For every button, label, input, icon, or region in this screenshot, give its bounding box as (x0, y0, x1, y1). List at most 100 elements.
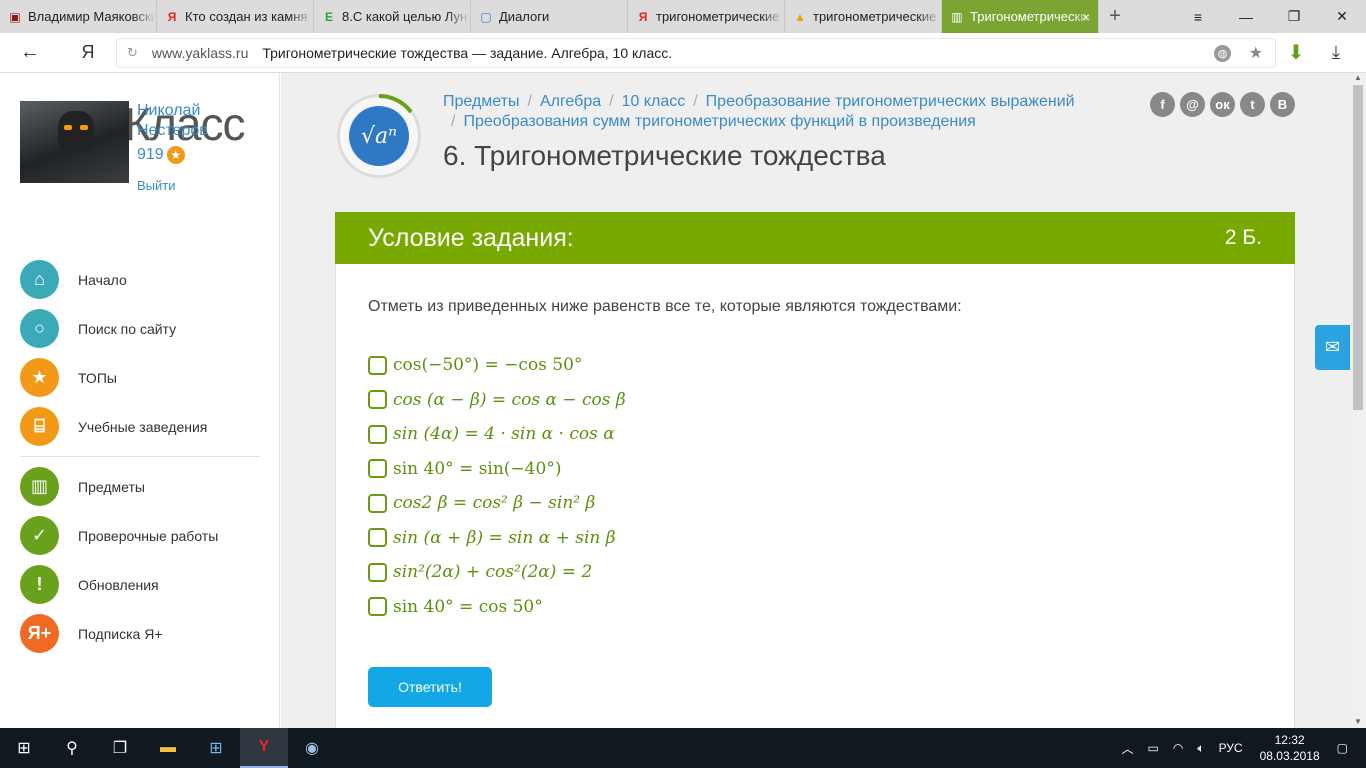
vk-icon[interactable]: B (1270, 92, 1295, 117)
page-title: 6. Тригонометрические тождества (443, 140, 886, 171)
clock[interactable]: 12:32 08.03.2018 (1260, 732, 1320, 764)
yandex-browser-icon[interactable]: Y (240, 728, 288, 768)
file-explorer-icon[interactable]: ▬ (144, 728, 192, 768)
url-field[interactable]: ↻ www.yaklass.ru Тригонометрические тожд… (116, 37, 1276, 68)
battery-icon[interactable]: ▭ (1148, 741, 1159, 755)
tab-title: тригонометрические (813, 9, 937, 24)
browser-tab[interactable]: E 8.С какой целью Лун (314, 0, 471, 33)
sidebar-item[interactable]: ✓ Проверочные работы (20, 511, 260, 560)
score-value: 919 (137, 146, 164, 163)
task-view-icon[interactable]: ❐ (96, 728, 144, 768)
user-score[interactable]: 919 ★ (137, 146, 185, 164)
wifi-icon[interactable]: ◠ (1173, 741, 1183, 755)
yandex-icon: Я (167, 9, 177, 24)
answer-option[interactable]: sin (α + β) = sin α + sin β (368, 521, 626, 556)
back-button[interactable]: ← (0, 41, 60, 64)
twitter-icon[interactable]: t (1240, 92, 1265, 117)
tab-title: Владимир Маяковский (28, 9, 156, 24)
answer-checkbox[interactable] (368, 390, 387, 410)
browser-tab[interactable]: ▣ Владимир Маяковский (0, 0, 157, 33)
sidebar-item-label: Поиск по сайту (78, 320, 177, 337)
close-tab-icon[interactable]: × (1082, 9, 1090, 25)
answer-checkbox[interactable] (368, 424, 387, 444)
sidebar-menu: ⌂ Начало ○ Поиск по сайту ★ ТОПы ⌸ Учебные заве… (20, 255, 260, 658)
restore-icon[interactable]: ❐ (1270, 0, 1318, 33)
book-icon: ▥ (20, 467, 59, 506)
volume-icon[interactable]: 🔈︎ (1197, 741, 1204, 756)
logout-link[interactable]: Выйти (137, 178, 176, 193)
answer-checkbox[interactable] (368, 493, 387, 513)
chat-icon: ▢ (480, 9, 492, 24)
scroll-up-icon[interactable]: ▲ (1354, 73, 1362, 82)
user-last-name[interactable]: Нестеров (137, 121, 208, 141)
language-indicator[interactable]: РУС (1219, 741, 1243, 755)
mail-icon[interactable]: @ (1180, 92, 1205, 117)
breadcrumb-link[interactable]: Алгебра (540, 93, 601, 110)
reload-icon[interactable]: ↻ (127, 45, 138, 61)
answer-option[interactable]: sin 40° = sin(−40°) (368, 452, 626, 487)
browser-tab[interactable]: Я Кто создан из камня (157, 0, 314, 33)
breadcrumb-link[interactable]: Преобразования сумм тригонометрических ф… (463, 113, 975, 130)
answer-checkbox[interactable] (368, 562, 387, 582)
download-manager-icon[interactable]: ⬇ (1276, 40, 1316, 65)
feedback-mail-button[interactable]: ✉ (1315, 325, 1350, 370)
scroll-down-icon[interactable]: ▼ (1354, 717, 1362, 726)
tray-chevron-icon[interactable]: ︿ (1122, 740, 1134, 757)
avatar[interactable] (20, 101, 129, 183)
browser-tab[interactable]: Ятригонометрические (628, 0, 785, 33)
answer-checkbox[interactable] (368, 597, 387, 617)
sidebar-item[interactable]: ○ Поиск по сайту (20, 304, 260, 353)
steam-icon[interactable]: ◉ (288, 728, 336, 768)
sidebar-item-label: Обновления (78, 576, 159, 593)
new-tab-button[interactable]: + (1099, 0, 1131, 33)
globe-icon[interactable]: ◍ (1214, 44, 1231, 62)
answer-option[interactable]: sin²(2α) + cos²(2α) = 2 (368, 555, 626, 590)
close-window-icon[interactable]: ✕ (1318, 0, 1366, 33)
sidebar-item[interactable]: ⌂ Начало (20, 255, 260, 304)
user-name[interactable]: Николай Нестеров (137, 101, 208, 141)
sidebar-item[interactable]: ★ ТОПы (20, 353, 260, 402)
facebook-icon[interactable]: f (1150, 92, 1175, 117)
sidebar-item[interactable]: ▥ Предметы (20, 462, 260, 511)
browser-tab[interactable]: ▲ тригонометрические (785, 0, 942, 33)
downloads-icon[interactable]: ⤓ (1316, 42, 1356, 63)
breadcrumb-link[interactable]: Предметы (443, 93, 519, 110)
answer-checkbox[interactable] (368, 528, 387, 548)
minimize-icon[interactable]: — (1222, 0, 1270, 33)
task-question: Отметь из приведенных ниже равенств все … (368, 298, 962, 315)
page-scrollbar[interactable]: ▲ ▼ (1350, 73, 1366, 728)
notifications-icon[interactable]: ▢ (1337, 741, 1348, 755)
scrollbar-thumb[interactable] (1353, 85, 1363, 410)
yandex-icon: Я (638, 9, 648, 24)
task-header: Условие задания: 2 Б. (335, 212, 1295, 264)
user-first-name[interactable]: Николай (137, 101, 208, 121)
breadcrumb-link[interactable]: Преобразование тригонометрических выраже… (706, 93, 1075, 110)
answer-option[interactable]: cos (α − β) = cos α − cos β (368, 383, 626, 418)
tab-title: Кто создан из камня (185, 9, 308, 24)
answer-option[interactable]: cos2 β = cos² β − sin² β (368, 486, 626, 521)
breadcrumb-link[interactable]: 10 класс (622, 93, 686, 110)
windows-start-icon[interactable]: ⊞ (0, 728, 48, 768)
browser-tab[interactable]: ▥ Тригонометрические × (942, 0, 1099, 33)
task-header-title: Условие задания: (368, 223, 574, 252)
answer-option[interactable]: cos(−50°) = −cos 50° (368, 348, 626, 383)
submit-answer-button[interactable]: Ответить! (368, 667, 492, 707)
odnoklassniki-icon[interactable]: ок (1210, 92, 1235, 117)
sidebar-item[interactable]: ⌸ Учебные заведения (20, 402, 260, 451)
search-icon[interactable]: ⚲ (48, 728, 96, 768)
bookmark-star-icon[interactable]: ★ (1249, 43, 1263, 63)
ya-plus-icon: Я+ (20, 614, 59, 653)
sidebar-item-label: Подписка Я+ (78, 625, 163, 642)
answer-checkbox[interactable] (368, 355, 387, 375)
task-points: 2 Б. (1224, 226, 1262, 249)
sidebar-item[interactable]: Я+ Подписка Я+ (20, 609, 260, 658)
yandex-home-icon[interactable]: Я (60, 42, 116, 63)
answer-option[interactable]: sin 40° = cos 50° (368, 590, 626, 625)
menu-icon[interactable]: ≡ (1174, 0, 1222, 33)
sidebar-item[interactable]: ! Обновления (20, 560, 260, 609)
browser-tab[interactable]: ▢ Диалоги (471, 0, 628, 33)
store-icon[interactable]: ⊞ (192, 728, 240, 768)
answer-checkbox[interactable] (368, 459, 387, 479)
sidebar-item-label: Предметы (78, 478, 145, 495)
answer-option[interactable]: sin (4α) = 4 · sin α · cos α (368, 417, 626, 452)
